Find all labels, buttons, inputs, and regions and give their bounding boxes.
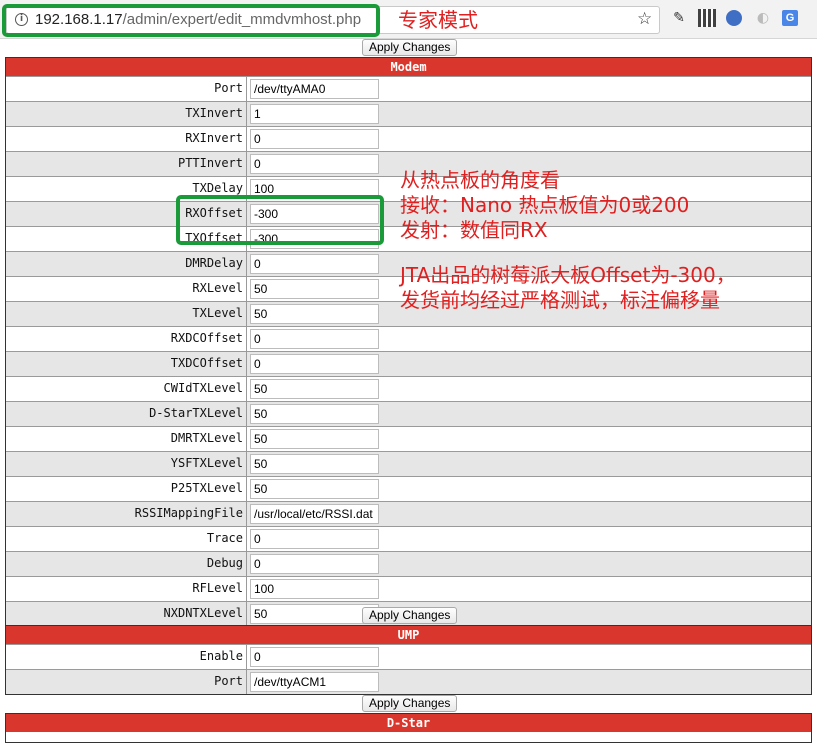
setting-label: P25TXLevel (6, 477, 247, 501)
setting-input-rxinvert[interactable] (250, 129, 379, 149)
setting-row-rxdcoffset: RXDCOffset (6, 326, 811, 351)
setting-input-p25txlevel[interactable] (250, 479, 379, 499)
setting-row-rxinvert: RXInvert (6, 126, 811, 151)
setting-input-trace[interactable] (250, 529, 379, 549)
setting-label: CWIdTXLevel (6, 377, 247, 401)
setting-row-port: Port (6, 76, 811, 101)
modem-section: Modem PortTXInvertRXInvertPTTInvertTXDel… (5, 57, 812, 627)
translate-icon[interactable]: G (782, 10, 798, 26)
setting-label: TXLevel (6, 302, 247, 326)
setting-row-p25txlevel: P25TXLevel (6, 476, 811, 501)
section-header-modem: Modem (6, 58, 811, 76)
sync-icon[interactable]: ◐ (754, 9, 772, 27)
setting-input-txdcoffset[interactable] (250, 354, 379, 374)
apply-changes-button-ump[interactable]: Apply Changes (362, 695, 458, 712)
apply-changes-button-modem[interactable]: Apply Changes (362, 607, 458, 624)
setting-input-port[interactable] (250, 79, 379, 99)
setting-row-enable: Enable (6, 644, 811, 669)
setting-label: TXDCOffset (6, 352, 247, 376)
setting-label: PTTInvert (6, 152, 247, 176)
setting-label: DMRDelay (6, 252, 247, 276)
offset-highlight-box (176, 195, 384, 245)
setting-row-dmrtxlevel: DMRTXLevel (6, 426, 811, 451)
setting-label: TXInvert (6, 102, 247, 126)
annotation-title: 专家模式 (398, 8, 478, 32)
section-header-dstar: D-Star (6, 714, 811, 732)
setting-label: RFLevel (6, 577, 247, 601)
setting-input-rxdcoffset[interactable] (250, 329, 379, 349)
setting-input-cwidtxlevel[interactable] (250, 379, 379, 399)
setting-row-debug: Debug (6, 551, 811, 576)
annotation-note: JTA出品的树莓派大板Offset为-300， (400, 263, 736, 287)
setting-label: RXDCOffset (6, 327, 247, 351)
setting-label: DMRTXLevel (6, 427, 247, 451)
setting-input-txinvert[interactable] (250, 104, 379, 124)
setting-input-rssimappingfile[interactable] (250, 504, 379, 524)
setting-input-ysftxlevel[interactable] (250, 454, 379, 474)
annotation-note: 从热点板的角度看 (400, 168, 560, 192)
setting-input-rflevel[interactable] (250, 579, 379, 599)
setting-label: Port (6, 670, 247, 694)
annotation-note: 发射：数值同RX (400, 218, 548, 242)
setting-input-d-startxlevel[interactable] (250, 404, 379, 424)
setting-label: RSSIMappingFile (6, 502, 247, 526)
modem-rows: PortTXInvertRXInvertPTTInvertTXDelayRXOf… (6, 76, 811, 626)
ump-rows: EnablePort (6, 644, 811, 694)
bookmark-star-icon[interactable]: ☆ (637, 9, 652, 29)
setting-row-ysftxlevel: YSFTXLevel (6, 451, 811, 476)
setting-label: RXLevel (6, 277, 247, 301)
setting-input-pttinvert[interactable] (250, 154, 379, 174)
setting-row-rssimappingfile: RSSIMappingFile (6, 501, 811, 526)
setting-input-enable[interactable] (250, 647, 379, 667)
url-highlight-box (2, 4, 380, 37)
section-header-ump: UMP (6, 626, 811, 644)
extension-puzzle-icon[interactable]: ✎ (670, 9, 688, 27)
setting-label: Port (6, 77, 247, 101)
ump-section: UMP EnablePort (5, 625, 812, 695)
qr-code-icon[interactable] (698, 9, 716, 27)
setting-row-rflevel: RFLevel (6, 576, 811, 601)
setting-label: YSFTXLevel (6, 452, 247, 476)
setting-input-dmrdelay[interactable] (250, 254, 379, 274)
setting-label: RXInvert (6, 127, 247, 151)
annotation-notes: 从热点板的角度看 接收：Nano 热点板值为0或200 发射：数值同RX JTA… (400, 168, 736, 313)
annotation-note: 接收：Nano 热点板值为0或200 (400, 193, 690, 217)
setting-input-rxlevel[interactable] (250, 279, 379, 299)
apply-changes-button-top[interactable]: Apply Changes (362, 39, 458, 56)
setting-input-nxdntxlevel[interactable] (250, 604, 379, 624)
setting-row-txinvert: TXInvert (6, 101, 811, 126)
setting-row-txdcoffset: TXDCOffset (6, 351, 811, 376)
dstar-section: D-Star (5, 713, 812, 743)
setting-input-txlevel[interactable] (250, 304, 379, 324)
globe-icon[interactable] (726, 10, 742, 26)
setting-row-d-startxlevel: D-StarTXLevel (6, 401, 811, 426)
setting-input-dmrtxlevel[interactable] (250, 429, 379, 449)
setting-row-cwidtxlevel: CWIdTXLevel (6, 376, 811, 401)
setting-label: D-StarTXLevel (6, 402, 247, 426)
setting-label: NXDNTXLevel (6, 602, 247, 626)
setting-input-port[interactable] (250, 672, 379, 692)
setting-row-trace: Trace (6, 526, 811, 551)
setting-label: Trace (6, 527, 247, 551)
setting-row-port: Port (6, 669, 811, 694)
setting-input-debug[interactable] (250, 554, 379, 574)
setting-label: Enable (6, 645, 247, 669)
setting-label: Debug (6, 552, 247, 576)
annotation-note: 发货前均经过严格测试，标注偏移量 (400, 288, 720, 312)
